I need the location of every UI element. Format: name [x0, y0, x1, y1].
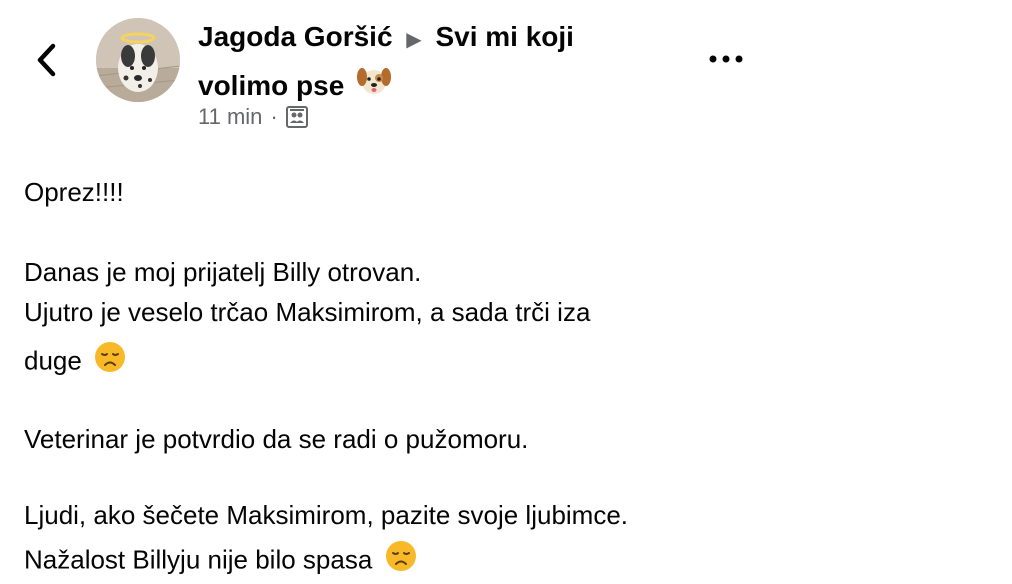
avatar[interactable] [96, 18, 180, 102]
post-time[interactable]: 11 min [198, 104, 262, 130]
author-name[interactable]: Jagoda Goršić [198, 21, 393, 52]
post-line-with-emoji: duge [24, 340, 784, 385]
more-horizontal-icon [709, 55, 743, 63]
post-line: Veterinar je potvrdio da se radi o pužom… [24, 424, 529, 454]
dog-face-emoji [356, 65, 392, 111]
post-header: Jagoda Goršić ▶ Svi mi koji volimo pse [198, 14, 638, 111]
post-line: Ujutro je veselo trčao Maksimirom, a sad… [24, 297, 591, 327]
chevron-left-icon [37, 43, 56, 77]
group-audience-icon [285, 106, 308, 128]
post-text: Oprez!!!! Danas je moj prijatelj Billy o… [24, 172, 784, 584]
dog-avatar-image [96, 18, 180, 102]
back-button[interactable] [26, 38, 66, 82]
post-line: duge [24, 345, 82, 376]
post-line: Oprez!!!! [24, 177, 124, 207]
meta-dot: · [270, 104, 278, 129]
post-meta: 11 min · [198, 104, 308, 130]
post-line: Nažalost Billyju nije bilo spasa [24, 544, 373, 575]
post-line: Danas je moj prijatelj Billy otrovan. [24, 257, 422, 287]
post-line: Ljudi, ako šečete Maksimirom, pazite svo… [24, 500, 629, 530]
more-options-button[interactable] [704, 44, 748, 74]
disappointed-face-emoji [93, 340, 127, 385]
separator-arrow-icon: ▶ [406, 29, 422, 51]
post-line-with-emoji: Nažalost Billyju nije bilo spasa [24, 539, 784, 584]
disappointed-face-emoji [384, 539, 418, 584]
